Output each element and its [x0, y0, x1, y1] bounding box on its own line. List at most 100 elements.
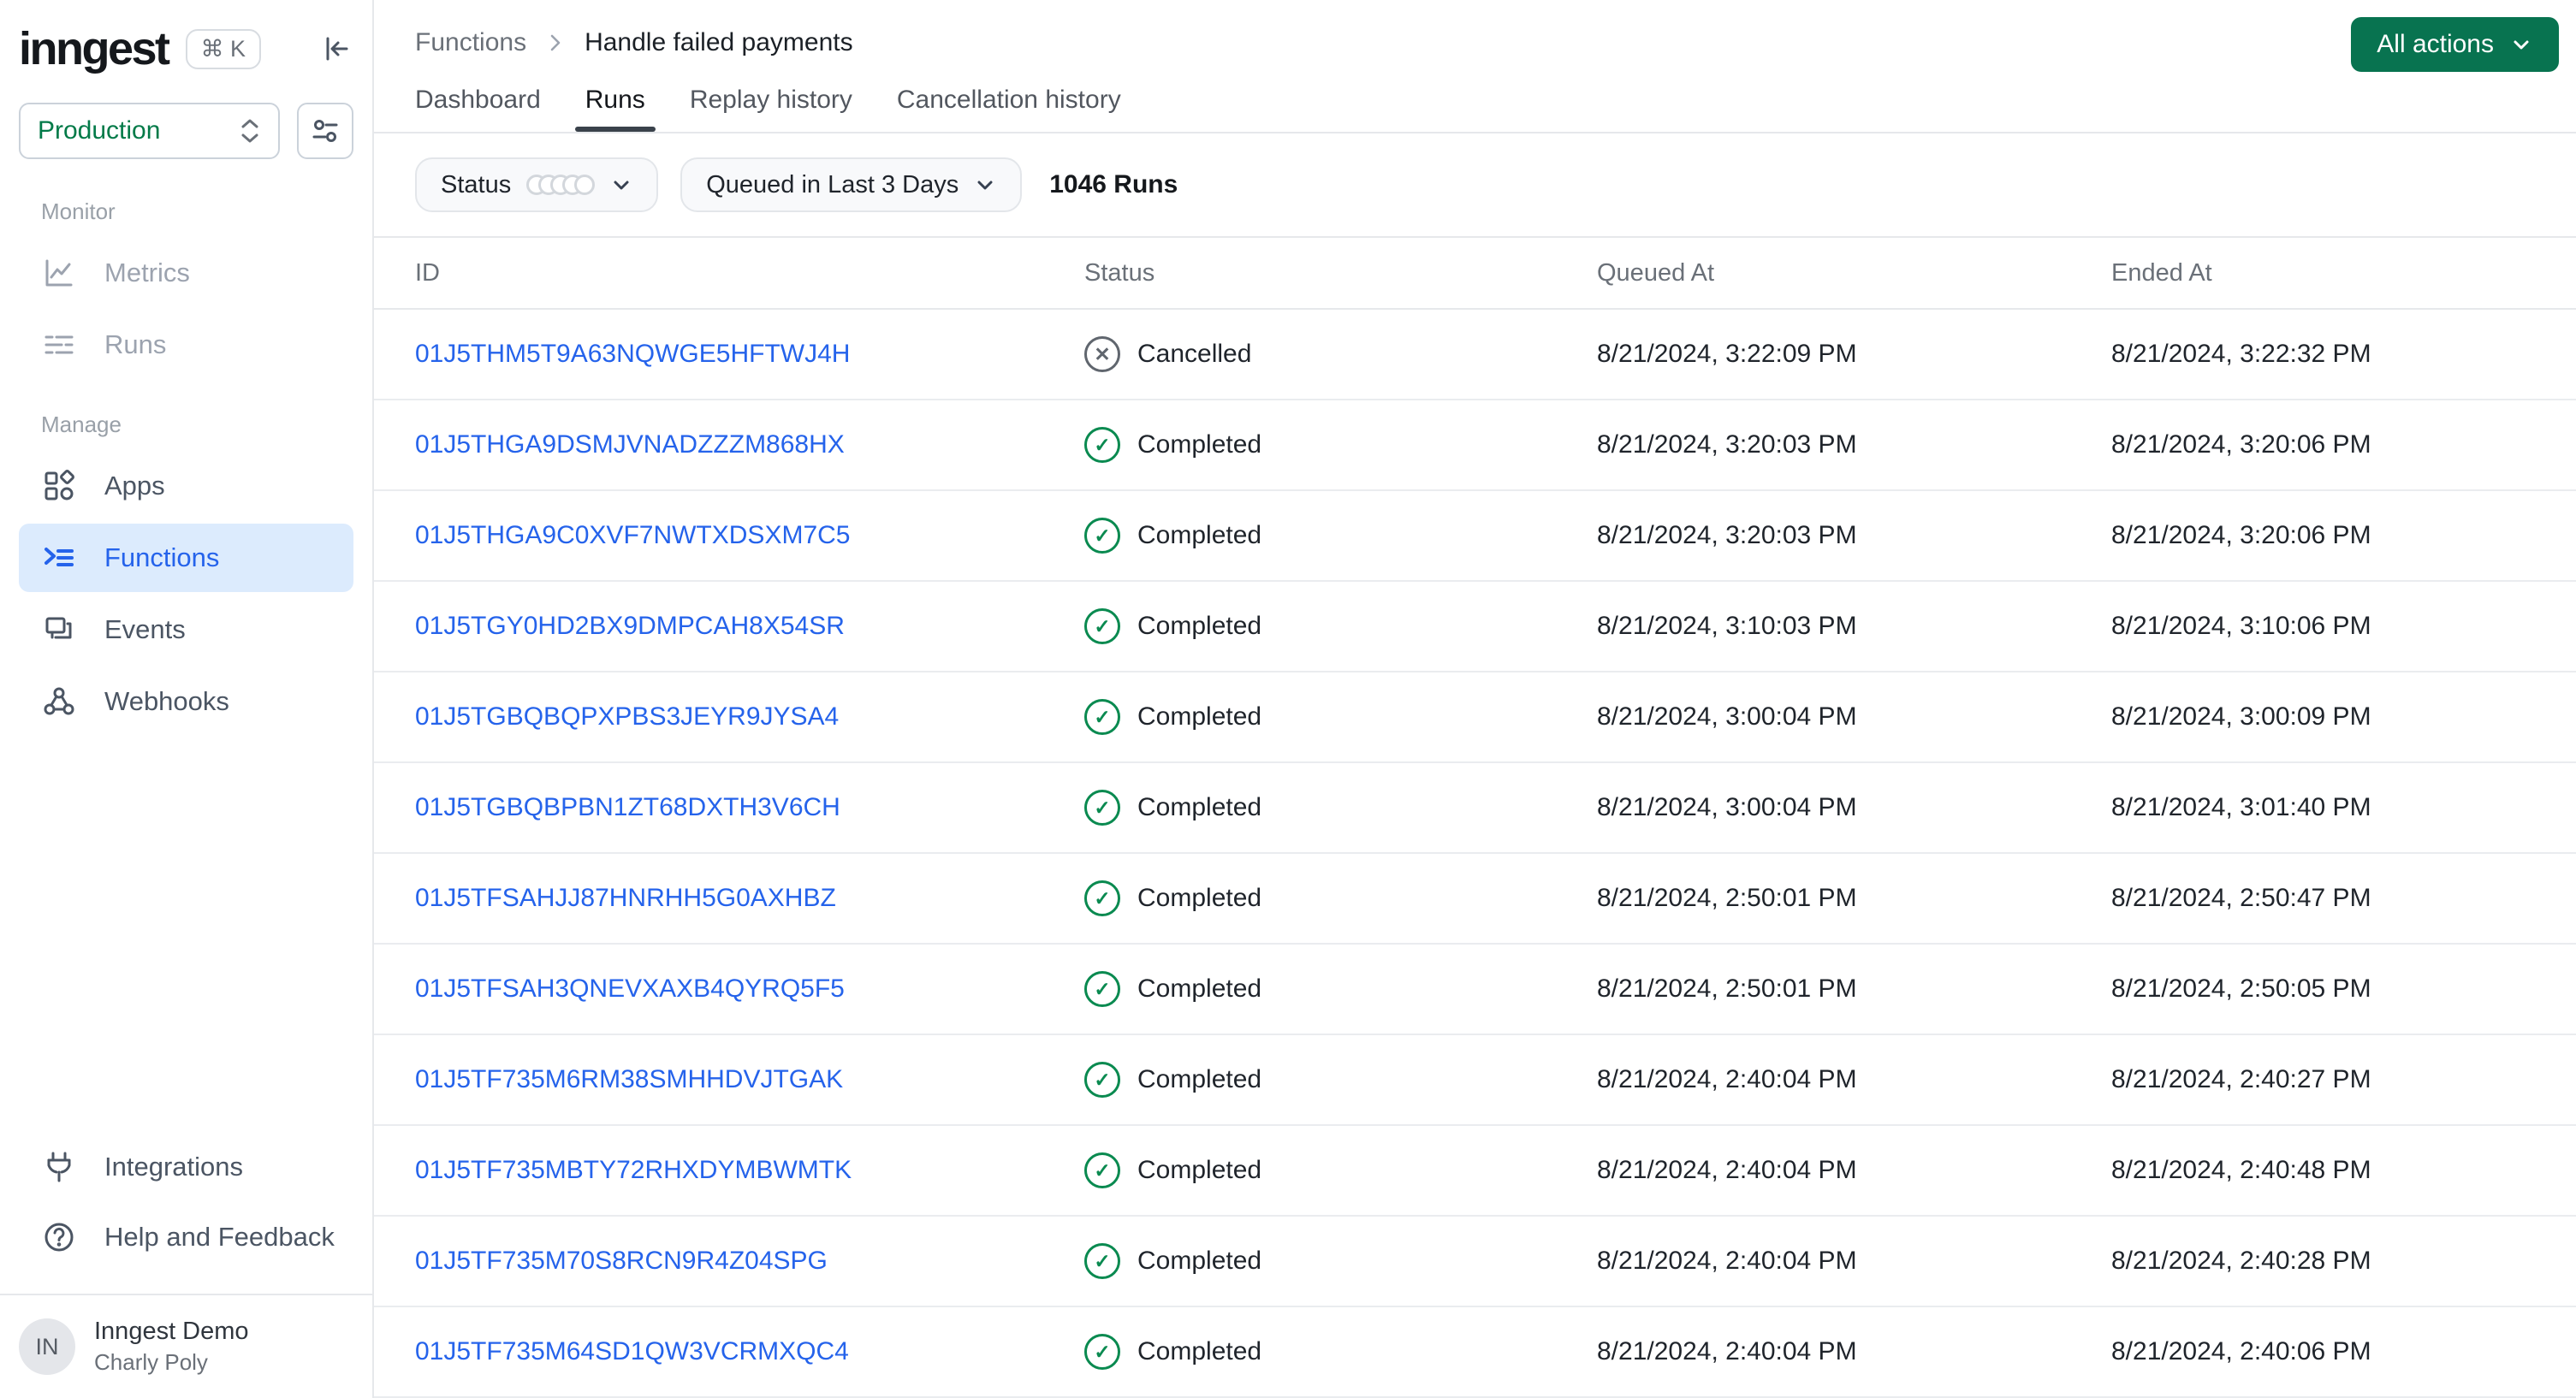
sidebar-footer: Integrations Help and Feedback IN Innges… — [0, 1131, 372, 1398]
breadcrumb: Functions Handle failed payments — [415, 28, 853, 57]
table-header: ID Status Queued At Ended At — [374, 238, 2576, 310]
sidebar-item-label: Events — [104, 614, 186, 644]
sidebar-collapse-icon[interactable] — [319, 32, 353, 66]
runs-list-icon — [41, 327, 77, 363]
run-status-cell: Completed — [1084, 971, 1597, 1007]
table-row: 01J5TFSAHJJ87HNRHH5G0AXHBZ Completed 8/2… — [374, 854, 2576, 945]
run-status-cell: Completed — [1084, 608, 1597, 644]
run-id-link[interactable]: 01J5THM5T9A63NQWGE5HFTWJ4H — [415, 340, 850, 368]
run-id-link[interactable]: 01J5TF735M6RM38SMHHDVJTGAK — [415, 1065, 843, 1093]
run-id-cell: 01J5THGA9C0XVF7NWTXDSXM7C5 — [415, 521, 1084, 550]
column-header-ended-at: Ended At — [2111, 258, 2212, 287]
environment-settings-button[interactable] — [297, 103, 353, 159]
queued-at-cell: 8/21/2024, 3:00:04 PM — [1597, 702, 1857, 731]
queued-at-cell: 8/21/2024, 2:40:04 PM — [1597, 1065, 1857, 1093]
queued-at-cell: 8/21/2024, 2:50:01 PM — [1597, 884, 1857, 912]
runs-table-body: 01J5THM5T9A63NQWGE5HFTWJ4H Cancelled 8/2… — [374, 310, 2576, 1398]
table-row: 01J5THGA9DSMJVNADZZZM868HX Completed 8/2… — [374, 400, 2576, 491]
status-icon — [1084, 1243, 1120, 1279]
run-status-cell: Completed — [1084, 427, 1597, 463]
run-status-cell: Completed — [1084, 1152, 1597, 1188]
status-label: Cancelled — [1137, 340, 1252, 368]
status-icon — [1084, 971, 1120, 1007]
table-row: 01J5TGBQBPBN1ZT68DXTH3V6CH Completed 8/2… — [374, 763, 2576, 854]
sidebar-item-webhooks[interactable]: Webhooks — [19, 667, 353, 736]
ended-at-cell: 8/21/2024, 3:10:06 PM — [2111, 612, 2371, 640]
run-id-link[interactable]: 01J5TF735M64SD1QW3VCRMXQC4 — [415, 1337, 849, 1365]
run-status-cell: Completed — [1084, 518, 1597, 554]
run-status-cell: Completed — [1084, 1243, 1597, 1279]
inngest-logo: inngest — [19, 23, 170, 74]
run-id-link[interactable]: 01J5TGY0HD2BX9DMPCAH8X54SR — [415, 612, 845, 640]
status-icon — [1084, 699, 1120, 735]
ended-at-cell: 8/21/2024, 2:40:06 PM — [2111, 1337, 2371, 1365]
status-icon — [1084, 1062, 1120, 1098]
runs-count: 1046 Runs — [1049, 170, 1178, 198]
queued-at-cell: 8/21/2024, 2:40:04 PM — [1597, 1337, 1857, 1365]
tabs: Dashboard Runs Replay history Cancellati… — [374, 86, 2576, 133]
status-label: Completed — [1137, 430, 1262, 459]
status-label: Completed — [1137, 1065, 1262, 1093]
column-header-queued-at: Queued At — [1597, 258, 1715, 287]
column-header-id: ID — [415, 258, 440, 287]
avatar: IN — [19, 1318, 75, 1375]
tab-runs[interactable]: Runs — [574, 86, 656, 132]
time-range-filter-button[interactable]: Queued in Last 3 Days — [680, 157, 1023, 212]
table-row: 01J5TF735MBTY72RHXDYMBWMTK Completed 8/2… — [374, 1126, 2576, 1217]
queued-at-cell: 8/21/2024, 3:20:03 PM — [1597, 521, 1857, 549]
tab-replay-history[interactable]: Replay history — [690, 86, 852, 132]
sidebar-item-label: Help and Feedback — [104, 1222, 335, 1252]
queued-at-cell: 8/21/2024, 3:20:03 PM — [1597, 430, 1857, 459]
tab-cancellation-history[interactable]: Cancellation history — [897, 86, 1121, 132]
queued-at-cell: 8/21/2024, 2:40:04 PM — [1597, 1247, 1857, 1275]
table-row: 01J5TFSAH3QNEVXAXB4QYRQ5F5 Completed 8/2… — [374, 945, 2576, 1035]
sidebar-item-integrations[interactable]: Integrations — [19, 1133, 353, 1201]
run-id-cell: 01J5TFSAHJJ87HNRHH5G0AXHBZ — [415, 884, 1084, 913]
breadcrumb-functions-link[interactable]: Functions — [415, 28, 526, 57]
table-row: 01J5TF735M70S8RCN9R4Z04SPG Completed 8/2… — [374, 1217, 2576, 1307]
sidebar-item-help[interactable]: Help and Feedback — [19, 1203, 353, 1271]
run-id-cell: 01J5THGA9DSMJVNADZZZM868HX — [415, 430, 1084, 459]
sidebar-item-metrics[interactable]: Metrics — [19, 239, 353, 307]
queued-at-cell: 8/21/2024, 3:22:09 PM — [1597, 340, 1857, 368]
run-id-link[interactable]: 01J5THGA9DSMJVNADZZZM868HX — [415, 430, 845, 459]
tab-dashboard[interactable]: Dashboard — [415, 86, 541, 132]
run-id-cell: 01J5TF735M70S8RCN9R4Z04SPG — [415, 1247, 1084, 1276]
status-icon — [1084, 427, 1120, 463]
chevron-right-icon — [545, 33, 566, 53]
run-id-link[interactable]: 01J5TF735M70S8RCN9R4Z04SPG — [415, 1247, 828, 1275]
run-id-link[interactable]: 01J5TF735MBTY72RHXDYMBWMTK — [415, 1156, 852, 1184]
sidebar-item-functions[interactable]: Functions — [19, 524, 353, 592]
functions-list-icon — [41, 540, 77, 576]
status-icon — [1084, 880, 1120, 916]
run-id-link[interactable]: 01J5TFSAHJJ87HNRHH5G0AXHBZ — [415, 884, 836, 912]
status-label: Completed — [1137, 521, 1262, 549]
user-name: Charly Poly — [94, 1349, 208, 1375]
status-filter-button[interactable]: Status — [415, 157, 659, 212]
run-status-cell: Completed — [1084, 699, 1597, 735]
sidebar-item-runs[interactable]: Runs — [19, 311, 353, 379]
all-actions-button[interactable]: All actions — [2351, 17, 2559, 72]
run-id-link[interactable]: 01J5THGA9C0XVF7NWTXDSXM7C5 — [415, 521, 850, 549]
queued-at-cell: 8/21/2024, 2:40:04 PM — [1597, 1156, 1857, 1184]
environment-select[interactable]: Production — [19, 103, 280, 159]
table-row: 01J5TF735M6RM38SMHHDVJTGAK Completed 8/2… — [374, 1035, 2576, 1126]
run-status-cell: Completed — [1084, 1062, 1597, 1098]
run-id-link[interactable]: 01J5TGBQBPBN1ZT68DXTH3V6CH — [415, 793, 840, 821]
status-label: Completed — [1137, 612, 1262, 640]
status-icon — [1084, 1152, 1120, 1188]
filter-row: Status Queued in Last 3 Days 1046 Runs — [374, 133, 2576, 238]
user-account-row[interactable]: IN Inngest Demo Charly Poly — [0, 1294, 372, 1398]
sidebar-item-apps[interactable]: Apps — [19, 452, 353, 520]
run-status-cell: Completed — [1084, 790, 1597, 826]
breadcrumb-current-page: Handle failed payments — [585, 28, 853, 56]
sidebar-item-events[interactable]: Events — [19, 595, 353, 664]
sidebar-item-label: Integrations — [104, 1152, 243, 1182]
ended-at-cell: 8/21/2024, 3:20:06 PM — [2111, 521, 2371, 549]
queued-at-cell: 8/21/2024, 3:10:03 PM — [1597, 612, 1857, 640]
run-id-link[interactable]: 01J5TFSAH3QNEVXAXB4QYRQ5F5 — [415, 974, 845, 1003]
chevron-down-icon — [610, 174, 632, 196]
run-id-link[interactable]: 01J5TGBQBQPXPBS3JEYR9JYSA4 — [415, 702, 839, 731]
status-label: Completed — [1137, 1156, 1262, 1184]
status-label: Completed — [1137, 1247, 1262, 1275]
